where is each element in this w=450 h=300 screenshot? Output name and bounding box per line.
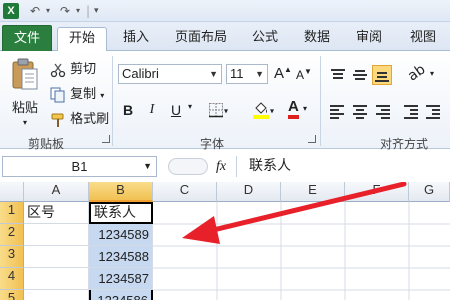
excel-window: X ↶ ▾ ↷ ▾ | ▾ 文件 开始 插入 页面布局 公式 数据 审阅 视图 … — [0, 0, 450, 300]
font-launcher-icon[interactable] — [308, 135, 316, 143]
font-size-combo[interactable]: 11 ▼ — [226, 64, 268, 84]
formula-input[interactable]: 联系人 — [236, 156, 450, 177]
paste-button[interactable]: 粘贴 ▾ — [8, 57, 42, 127]
redo-icon[interactable]: ↷ — [60, 3, 70, 19]
align-bottom-button[interactable] — [372, 65, 392, 85]
formula-resize-handle[interactable] — [168, 158, 208, 175]
cut-button[interactable]: 剪切 — [50, 58, 96, 78]
undo-dropdown-icon[interactable]: ▾ — [46, 3, 50, 19]
ribbon-separator — [112, 56, 113, 146]
grow-font-button[interactable]: A▲ — [274, 65, 292, 82]
font-group-label: 字体 — [200, 137, 225, 151]
format-painter-label: 格式刷 — [70, 112, 110, 127]
name-box[interactable]: B1 ▼ — [2, 156, 157, 177]
tab-formulas[interactable]: 公式 — [242, 27, 288, 51]
align-left-button[interactable] — [328, 101, 348, 121]
toolbar-divider: | — [86, 4, 91, 18]
ribbon-separator — [320, 56, 321, 146]
tab-home[interactable]: 开始 — [57, 27, 107, 52]
scissors-icon — [50, 63, 66, 77]
shrink-font-button[interactable]: A▼ — [296, 67, 312, 82]
font-name-value: Calibri — [122, 66, 159, 81]
tab-data[interactable]: 数据 — [294, 27, 340, 51]
chevron-down-icon: ▼ — [143, 161, 152, 171]
shrink-font-icon: A — [296, 68, 305, 82]
copy-dropdown-icon[interactable]: ▾ — [100, 91, 104, 100]
formula-bar: B1 ▼ fx 联系人 — [0, 154, 450, 180]
paste-dropdown-icon[interactable]: ▾ — [8, 118, 42, 127]
copy-icon — [50, 87, 65, 102]
ribbon-tabs: 文件 开始 插入 页面布局 公式 数据 审阅 视图 — [0, 22, 450, 52]
align-middle-button[interactable] — [350, 65, 370, 85]
customize-quick-access-icon[interactable]: ▾ — [94, 3, 99, 19]
alignment-group-label: 对齐方式 — [380, 137, 429, 151]
tab-view[interactable]: 视图 — [400, 27, 446, 51]
format-painter-button[interactable]: 格式刷 — [50, 108, 109, 128]
increase-indent-button[interactable] — [424, 101, 444, 121]
underline-dropdown-icon[interactable]: ▾ — [188, 102, 192, 111]
chevron-down-icon: ▼ — [255, 69, 264, 79]
font-color-button[interactable]: A ▾ — [288, 99, 307, 119]
undo-icon[interactable]: ↶ — [30, 3, 40, 19]
font-color-dropdown-icon: ▾ — [302, 104, 307, 113]
redo-dropdown-icon[interactable]: ▾ — [76, 3, 80, 19]
red-arrow-icon — [182, 182, 407, 244]
borders-button[interactable]: ▾ — [208, 102, 228, 118]
tab-insert[interactable]: 插入 — [114, 27, 158, 51]
underline-button[interactable]: U — [166, 100, 186, 120]
fill-color-dropdown-icon: ▾ — [270, 106, 275, 116]
tab-file[interactable]: 文件 — [2, 25, 52, 51]
borders-dropdown-icon: ▾ — [224, 106, 229, 116]
bold-button[interactable]: B — [118, 100, 138, 120]
cut-label: 剪切 — [70, 62, 97, 77]
borders-icon — [209, 103, 223, 118]
chevron-down-icon: ▼ — [209, 69, 218, 79]
font-color-icon: A — [288, 99, 299, 119]
align-top-button[interactable] — [328, 65, 348, 85]
name-box-value: B1 — [71, 159, 88, 174]
align-right-button[interactable] — [372, 101, 392, 121]
ribbon: 粘贴 ▾ 剪切 复制 ▾ 格式刷 剪贴板 Calibri ▼ 11 ▼ A▲ A… — [0, 51, 450, 151]
font-size-value: 11 — [230, 66, 244, 81]
copy-button[interactable]: 复制 ▾ — [50, 83, 104, 103]
align-center-button[interactable] — [350, 101, 370, 121]
orientation-icon[interactable]: ab — [405, 61, 428, 84]
excel-logo-icon: X — [3, 3, 19, 19]
title-bar: X ↶ ▾ ↷ ▾ | ▾ — [0, 0, 450, 22]
orientation-dropdown-icon[interactable]: ▾ — [430, 69, 434, 78]
grow-font-icon: A — [274, 65, 285, 82]
font-name-combo[interactable]: Calibri ▼ — [118, 64, 222, 84]
paste-icon — [12, 58, 38, 90]
paste-label: 粘贴 — [11, 101, 38, 116]
tab-review[interactable]: 审阅 — [346, 27, 392, 51]
insert-function-icon[interactable]: fx — [216, 156, 226, 177]
tab-page-layout[interactable]: 页面布局 — [166, 27, 236, 51]
clipboard-launcher-icon[interactable] — [102, 135, 110, 143]
worksheet-grid: A B C D E F G 1 区号 联系人 2 1234589 3 12345… — [0, 182, 450, 300]
decrease-indent-button[interactable] — [402, 101, 422, 121]
italic-button[interactable]: I — [142, 100, 162, 120]
format-painter-icon — [51, 113, 64, 127]
fill-color-button[interactable]: ▾ — [252, 100, 274, 120]
copy-label: 复制 — [70, 87, 97, 102]
clipboard-group-label: 剪贴板 — [28, 137, 65, 151]
fill-bucket-icon — [253, 102, 269, 119]
